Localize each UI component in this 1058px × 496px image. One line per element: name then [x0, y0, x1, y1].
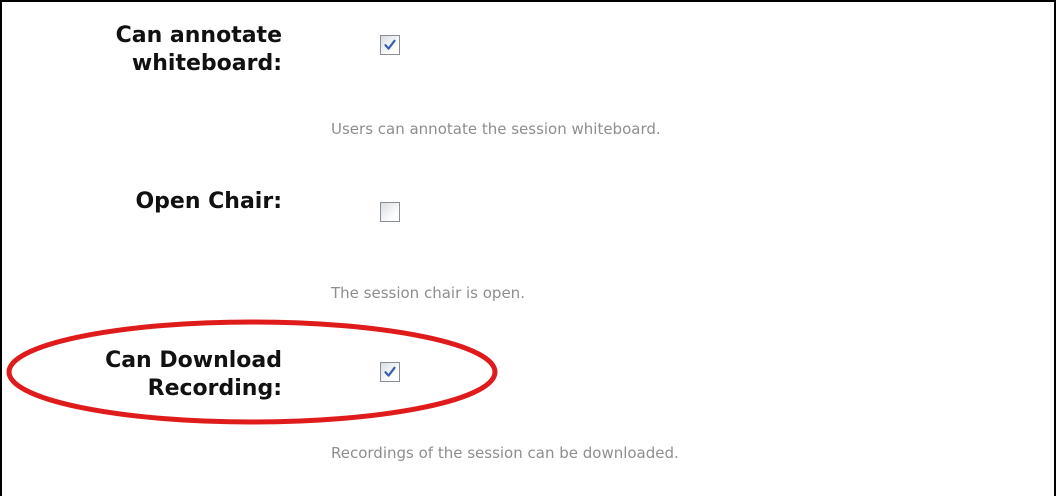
annotate-whiteboard-checkbox[interactable]: [380, 35, 400, 55]
download-recording-label: Can Download Recording:: [42, 347, 282, 403]
open-chair-description: The session chair is open.: [331, 284, 525, 302]
open-chair-checkbox[interactable]: [380, 202, 400, 222]
checkmark-icon: [384, 366, 396, 377]
download-recording-label-line1: Can Download: [105, 348, 282, 373]
download-recording-label-line2: Recording:: [147, 376, 282, 401]
checkmark-icon: [384, 39, 396, 50]
annotate-whiteboard-description: Users can annotate the session whiteboar…: [331, 120, 661, 138]
open-chair-label: Open Chair:: [42, 188, 282, 216]
settings-panel: Can annotate whiteboard: Users can annot…: [0, 0, 1056, 496]
annotate-whiteboard-label-line2: whiteboard:: [131, 51, 282, 76]
download-recording-checkbox[interactable]: [380, 362, 400, 382]
open-chair-label-line1: Open Chair:: [135, 189, 282, 214]
download-recording-description: Recordings of the session can be downloa…: [331, 444, 679, 462]
annotate-whiteboard-label-line1: Can annotate: [115, 23, 282, 48]
annotate-whiteboard-label: Can annotate whiteboard:: [42, 22, 282, 78]
